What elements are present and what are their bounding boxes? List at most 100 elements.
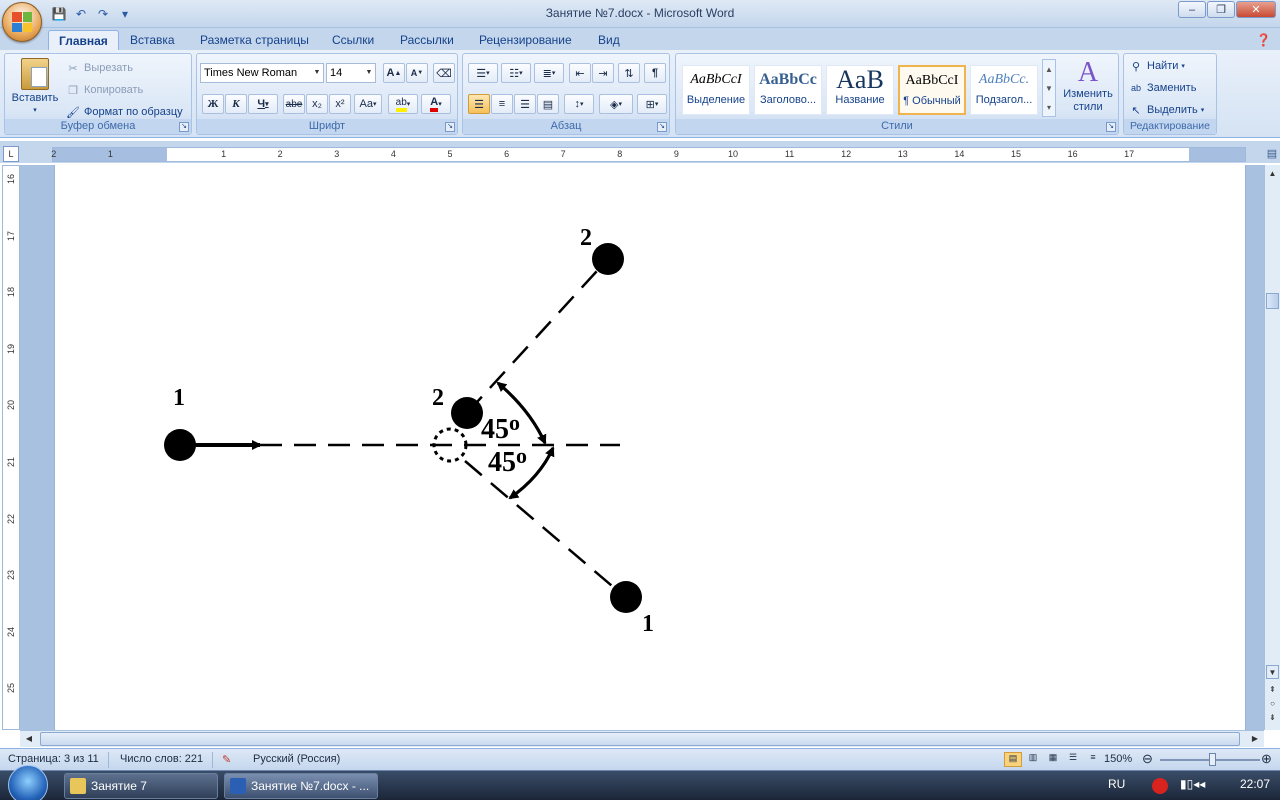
replace-button[interactable]: ab Заменить: [1128, 80, 1196, 96]
font-family-select[interactable]: Times New Roman ▼: [200, 63, 324, 83]
horizontal-ruler[interactable]: 2 1 1 2 3 4 5 6 7 8 9 10 11 12 13 14 15 16 17: [51, 147, 1246, 162]
show-marks-button[interactable]: ¶: [644, 63, 666, 83]
paragraph-launcher-icon[interactable]: ↘: [657, 122, 667, 132]
align-center-button[interactable]: ≡: [491, 94, 513, 114]
office-logo-icon: [12, 12, 32, 32]
highlight-button[interactable]: ab ▾: [388, 94, 418, 114]
underline-button[interactable]: Ч ▾: [248, 94, 278, 114]
tab-mailings[interactable]: Рассылки: [390, 30, 464, 50]
subscript-button[interactable]: x₂: [306, 94, 328, 114]
view-ruler-icon[interactable]: ▤: [1264, 147, 1280, 163]
bold-button[interactable]: Ж: [202, 94, 224, 114]
grow-font-button[interactable]: A ▲: [383, 63, 405, 83]
change-case-button[interactable]: Aa ▾: [354, 94, 382, 114]
justify-button[interactable]: ▤: [537, 94, 559, 114]
decrease-indent-button[interactable]: ⇤: [569, 63, 591, 83]
word-count[interactable]: Число слов: 221: [120, 753, 203, 765]
tab-page-layout[interactable]: Разметка страницы: [190, 30, 319, 50]
clear-formatting-button[interactable]: ⌫: [433, 63, 455, 83]
document-page[interactable]: 1 2 2 1 45o 45o: [54, 165, 1246, 730]
help-icon[interactable]: ❓: [1256, 30, 1271, 50]
opera-icon[interactable]: [1152, 778, 1168, 794]
maximize-button[interactable]: ❐: [1207, 1, 1235, 18]
language-indicator[interactable]: Русский (Россия): [253, 753, 340, 765]
tray-icons[interactable]: ▮▯◂◂: [1180, 777, 1205, 791]
tab-references[interactable]: Ссылки: [322, 30, 384, 50]
browse-object-icon[interactable]: ○: [1266, 697, 1279, 711]
vertical-ruler[interactable]: 16 17 18 19 20 21 22 23 24 25: [2, 165, 20, 730]
shrink-font-button[interactable]: A ▼: [406, 63, 428, 83]
tab-home[interactable]: Главная: [48, 30, 119, 50]
style-title[interactable]: AaB Название: [826, 65, 894, 115]
strikethrough-button[interactable]: abe: [283, 94, 305, 114]
close-button[interactable]: ✕: [1236, 1, 1276, 18]
find-button[interactable]: ⚲ Найти ▾: [1128, 58, 1185, 74]
editing-group-label: Редактирование: [1124, 119, 1216, 134]
clipboard-launcher-icon[interactable]: ↘: [179, 122, 189, 132]
borders-button[interactable]: ⊞ ▾: [637, 94, 667, 114]
bullets-icon: ☰: [476, 67, 487, 80]
print-layout-icon[interactable]: ▤: [1004, 752, 1022, 767]
tab-insert[interactable]: Вставка: [120, 30, 185, 50]
font-size-select[interactable]: 14 ▼: [326, 63, 376, 83]
scroll-left-icon[interactable]: ◀: [22, 732, 36, 746]
bullets-button[interactable]: ☰ ▾: [468, 63, 498, 83]
scroll-right-icon[interactable]: ▶: [1248, 732, 1262, 746]
language-tray[interactable]: RU: [1108, 777, 1125, 791]
scroll-down-icon[interactable]: ▼: [1266, 665, 1279, 679]
tab-review[interactable]: Рецензирование: [469, 30, 582, 50]
styles-launcher-icon[interactable]: ↘: [1106, 122, 1116, 132]
word-icon: [230, 778, 246, 794]
select-button[interactable]: ↖ Выделить ▾: [1128, 102, 1204, 118]
superscript-button[interactable]: x²: [329, 94, 351, 114]
style-subtitle[interactable]: AaBbCc. Подзагол...: [970, 65, 1038, 115]
office-button[interactable]: [2, 2, 42, 42]
style-normal[interactable]: AaBbCcI ¶ Обычный: [898, 65, 966, 115]
web-layout-icon[interactable]: ▦: [1044, 752, 1062, 767]
minimize-button[interactable]: –: [1178, 1, 1206, 18]
tab-view[interactable]: Вид: [588, 30, 630, 50]
hscroll-thumb[interactable]: [40, 732, 1240, 746]
paste-button[interactable]: Вставить ▾: [7, 58, 63, 114]
cut-button[interactable]: ✂ Вырезать: [65, 60, 133, 76]
scroll-thumb[interactable]: [1266, 293, 1279, 309]
sort-button[interactable]: ⇅: [618, 63, 640, 83]
paste-dropdown-icon: ▾: [33, 107, 37, 114]
zoom-level[interactable]: 150%: [1104, 753, 1132, 765]
clock[interactable]: 22:07: [1240, 777, 1270, 791]
zoom-slider-thumb[interactable]: [1209, 753, 1216, 766]
previous-page-icon[interactable]: ⇞: [1266, 683, 1279, 697]
next-page-icon[interactable]: ⇟: [1266, 711, 1279, 725]
horizontal-scrollbar[interactable]: ◀ ▶: [20, 730, 1264, 747]
outline-icon[interactable]: ☰: [1064, 752, 1082, 767]
align-left-button[interactable]: ☰: [468, 94, 490, 114]
proofing-icon[interactable]: ✎: [222, 753, 231, 766]
taskbar-item-word[interactable]: Занятие №7.docx - ...: [224, 773, 378, 799]
start-button[interactable]: [8, 765, 48, 800]
vertical-scrollbar[interactable]: ▲ ▼ ⇞ ○ ⇟: [1264, 165, 1280, 730]
ruler-number: 2: [277, 149, 283, 159]
scroll-up-icon[interactable]: ▲: [1266, 167, 1279, 181]
numbering-button[interactable]: ☷ ▾: [501, 63, 531, 83]
shading-button[interactable]: ◈ ▾: [599, 94, 633, 114]
zoom-in-icon[interactable]: ⊕: [1261, 751, 1272, 767]
zoom-out-icon[interactable]: ⊖: [1142, 751, 1153, 767]
multilevel-list-button[interactable]: ≣ ▾: [534, 63, 564, 83]
line-spacing-button[interactable]: ↕ ▾: [564, 94, 594, 114]
increase-indent-button[interactable]: ⇥: [592, 63, 614, 83]
taskbar-item-folder[interactable]: Занятие 7: [64, 773, 218, 799]
style-emphasis[interactable]: AaBbCcI Выделение: [682, 65, 750, 115]
format-painter-button[interactable]: 🖌 Формат по образцу: [65, 104, 183, 120]
font-launcher-icon[interactable]: ↘: [445, 122, 455, 132]
page-count[interactable]: Страница: 3 из 11: [8, 753, 99, 765]
copy-button[interactable]: ❐ Копировать: [65, 82, 143, 98]
italic-button[interactable]: К: [225, 94, 247, 114]
styles-scroll[interactable]: ▲ ▼ ▾: [1042, 59, 1056, 117]
draft-icon[interactable]: ≡: [1084, 752, 1102, 767]
tab-selector-button[interactable]: L: [3, 146, 19, 162]
change-styles-button[interactable]: A Изменить стили: [1060, 58, 1116, 114]
align-right-button[interactable]: ☰: [514, 94, 536, 114]
full-screen-icon[interactable]: ▥: [1024, 752, 1042, 767]
style-heading[interactable]: AaBbCc Заголово...: [754, 65, 822, 115]
font-color-button[interactable]: A ▾: [421, 94, 451, 114]
